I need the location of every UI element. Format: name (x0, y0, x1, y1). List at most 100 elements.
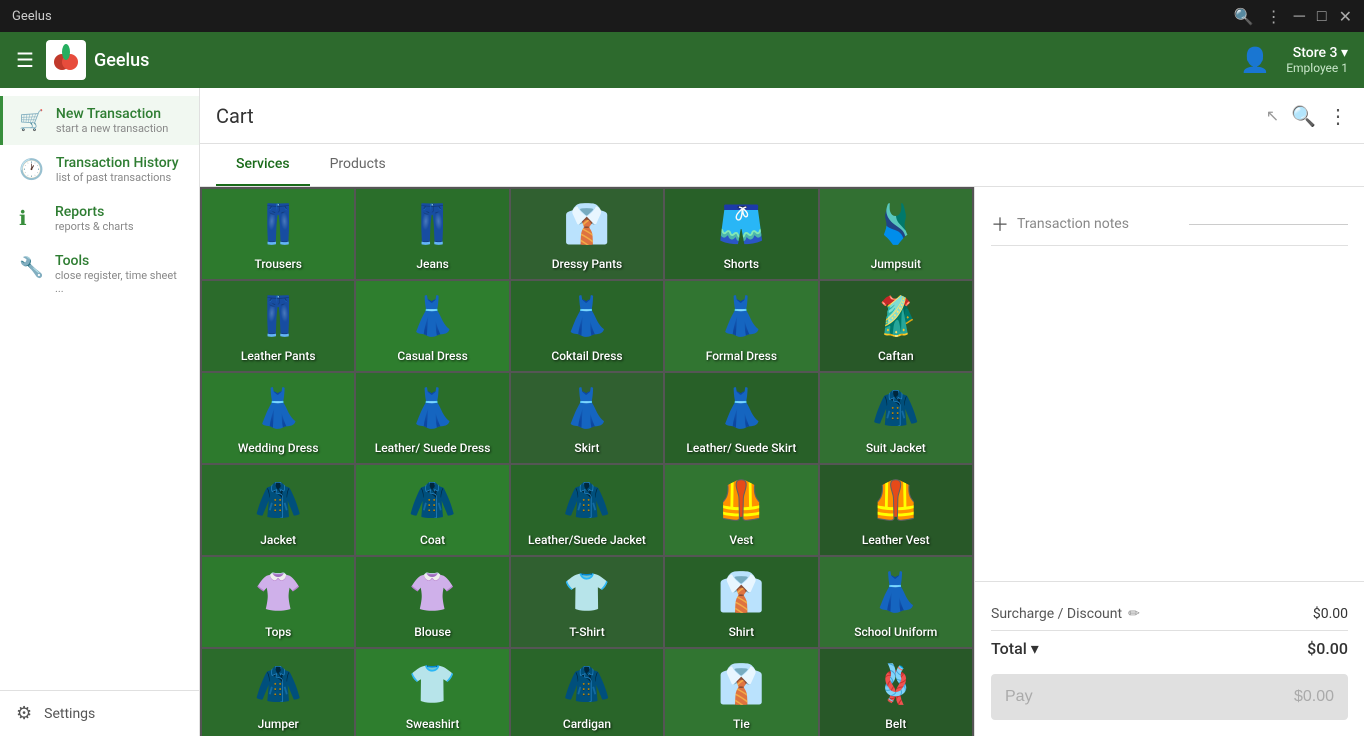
reports-icon: ℹ (19, 206, 43, 230)
product-coktail-dress[interactable]: 👗 Coktail Dress (511, 281, 663, 371)
product-image-dressy-pants: 👔 (519, 197, 655, 253)
product-label-belt: Belt (885, 717, 906, 731)
cart-header-icons: ↖ 🔍 ⋮ (1266, 104, 1348, 128)
account-icon[interactable]: 👤 (1240, 46, 1270, 74)
product-icon-sweashirt: 👕 (409, 666, 456, 704)
product-skirt[interactable]: 👗 Skirt (511, 373, 663, 463)
product-leather-suede-skirt[interactable]: 👗 Leather/ Suede Skirt (665, 373, 817, 463)
settings-label: Settings (44, 706, 95, 722)
products-grid: 👖 Trousers 👖 Jeans 👔 Dressy Pants 🩳 Shor… (200, 187, 974, 736)
tools-text: Tools close register, time sheet ... (55, 253, 183, 295)
app-logo: Geelus (46, 40, 149, 80)
product-image-jacket: 🧥 (210, 473, 346, 529)
more-cart-icon[interactable]: ⋮ (1328, 104, 1348, 128)
product-trousers[interactable]: 👖 Trousers (202, 189, 354, 279)
product-cardigan[interactable]: 🧥 Cardigan (511, 649, 663, 736)
product-image-suit-jacket: 🧥 (828, 381, 964, 437)
product-jumpsuit[interactable]: 🩱 Jumpsuit (820, 189, 972, 279)
more-titlebar-icon[interactable]: ⋮ (1266, 7, 1282, 26)
product-jacket[interactable]: 🧥 Jacket (202, 465, 354, 555)
tab-products[interactable]: Products (310, 144, 406, 186)
product-icon-shorts: 🩳 (718, 206, 765, 244)
search-titlebar-icon[interactable]: 🔍 (1234, 7, 1254, 26)
surcharge-edit-icon[interactable]: ✏ (1128, 606, 1140, 622)
sidebar-item-tools[interactable]: 🔧 Tools close register, time sheet ... (0, 243, 199, 305)
surcharge-row: Surcharge / Discount ✏ $0.00 (991, 598, 1348, 630)
product-icon-leather-vest: 🦺 (872, 482, 919, 520)
product-tie[interactable]: 👔 Tie (665, 649, 817, 736)
product-formal-dress[interactable]: 👗 Formal Dress (665, 281, 817, 371)
product-icon-trousers: 👖 (255, 206, 302, 244)
product-image-leather-suede-skirt: 👗 (673, 381, 809, 437)
products-grid-container[interactable]: 👖 Trousers 👖 Jeans 👔 Dressy Pants 🩳 Shor… (200, 187, 974, 736)
product-label-school-uniform: School Uniform (854, 625, 937, 639)
product-icon-tie: 👔 (718, 666, 765, 704)
tools-icon: 🔧 (19, 255, 43, 279)
product-image-shorts: 🩳 (673, 197, 809, 253)
product-label-leather-suede-skirt: Leather/ Suede Skirt (686, 441, 796, 455)
store-dropdown-icon[interactable]: ▾ (1341, 45, 1348, 61)
logo-icon (46, 40, 86, 80)
product-label-dressy-pants: Dressy Pants (552, 257, 623, 271)
product-label-jumpsuit: Jumpsuit (871, 257, 921, 271)
product-icon-dressy-pants: 👔 (563, 206, 610, 244)
product-icon-school-uniform: 👗 (872, 574, 919, 612)
product-caftan[interactable]: 🥻 Caftan (820, 281, 972, 371)
product-casual-dress[interactable]: 👗 Casual Dress (356, 281, 508, 371)
tools-sub: close register, time sheet ... (55, 269, 183, 295)
product-sweashirt[interactable]: 👕 Sweashirt (356, 649, 508, 736)
product-leather-suede-jacket[interactable]: 🧥 Leather/Suede Jacket (511, 465, 663, 555)
product-jumper[interactable]: 🧥 Jumper (202, 649, 354, 736)
total-label: Total ▾ (991, 639, 1039, 658)
product-leather-suede-dress[interactable]: 👗 Leather/ Suede Dress (356, 373, 508, 463)
product-label-skirt: Skirt (574, 441, 599, 455)
app-bar-left: ☰ Geelus (16, 40, 149, 80)
product-suit-jacket[interactable]: 🧥 Suit Jacket (820, 373, 972, 463)
product-belt[interactable]: 🪢 Belt (820, 649, 972, 736)
close-icon[interactable]: ✕ (1339, 7, 1352, 26)
tab-services[interactable]: Services (216, 144, 310, 186)
maximize-icon[interactable]: □ (1317, 6, 1327, 26)
sidebar-item-reports[interactable]: ℹ Reports reports & charts (0, 194, 199, 243)
add-notes-icon[interactable]: ＋ (991, 211, 1009, 237)
product-coat[interactable]: 🧥 Coat (356, 465, 508, 555)
sidebar-settings[interactable]: ⚙ Settings (0, 690, 199, 736)
product-icon-tops: 👚 (255, 574, 302, 612)
app-bar-right: 👤 Store 3 ▾ Employee 1 (1240, 45, 1348, 75)
total-dropdown-icon[interactable]: ▾ (1031, 639, 1039, 658)
transaction-notes-label: Transaction notes (1017, 216, 1177, 232)
product-leather-pants[interactable]: 👖 Leather Pants (202, 281, 354, 371)
search-cart-icon[interactable]: 🔍 (1291, 104, 1316, 128)
new-transaction-text: New Transaction start a new transaction (56, 106, 168, 135)
total-amount: $0.00 (1307, 639, 1348, 658)
product-icon-jumpsuit: 🩱 (872, 206, 919, 244)
minimize-icon[interactable]: ─ (1294, 6, 1305, 26)
product-wedding-dress[interactable]: 👗 Wedding Dress (202, 373, 354, 463)
new-transaction-sub: start a new transaction (56, 122, 168, 135)
reports-label: Reports (55, 204, 134, 220)
product-blouse[interactable]: 👚 Blouse (356, 557, 508, 647)
product-tops[interactable]: 👚 Tops (202, 557, 354, 647)
product-jeans[interactable]: 👖 Jeans (356, 189, 508, 279)
sidebar-item-new-transaction[interactable]: 🛒 New Transaction start a new transactio… (0, 96, 199, 145)
product-icon-wedding-dress: 👗 (255, 390, 302, 428)
app-name-title: Geelus (12, 9, 52, 24)
product-image-school-uniform: 👗 (828, 565, 964, 621)
product-label-shirt: Shirt (729, 625, 755, 639)
hamburger-menu[interactable]: ☰ (16, 48, 34, 72)
product-leather-vest[interactable]: 🦺 Leather Vest (820, 465, 972, 555)
product-vest[interactable]: 🦺 Vest (665, 465, 817, 555)
transaction-history-label: Transaction History (56, 155, 179, 171)
product-icon-jacket: 🧥 (255, 482, 302, 520)
sidebar-item-transaction-history[interactable]: 🕐 Transaction History list of past trans… (0, 145, 199, 194)
product-school-uniform[interactable]: 👗 School Uniform (820, 557, 972, 647)
product-t-shirt[interactable]: 👕 T-Shirt (511, 557, 663, 647)
employee-name: Employee 1 (1286, 61, 1348, 75)
pay-button[interactable]: Pay $0.00 (991, 674, 1348, 720)
product-dressy-pants[interactable]: 👔 Dressy Pants (511, 189, 663, 279)
product-shirt[interactable]: 👔 Shirt (665, 557, 817, 647)
sidebar-spacer (0, 305, 199, 690)
notes-edit-line (1189, 224, 1349, 225)
product-shorts[interactable]: 🩳 Shorts (665, 189, 817, 279)
product-icon-leather-suede-jacket: 🧥 (563, 482, 610, 520)
